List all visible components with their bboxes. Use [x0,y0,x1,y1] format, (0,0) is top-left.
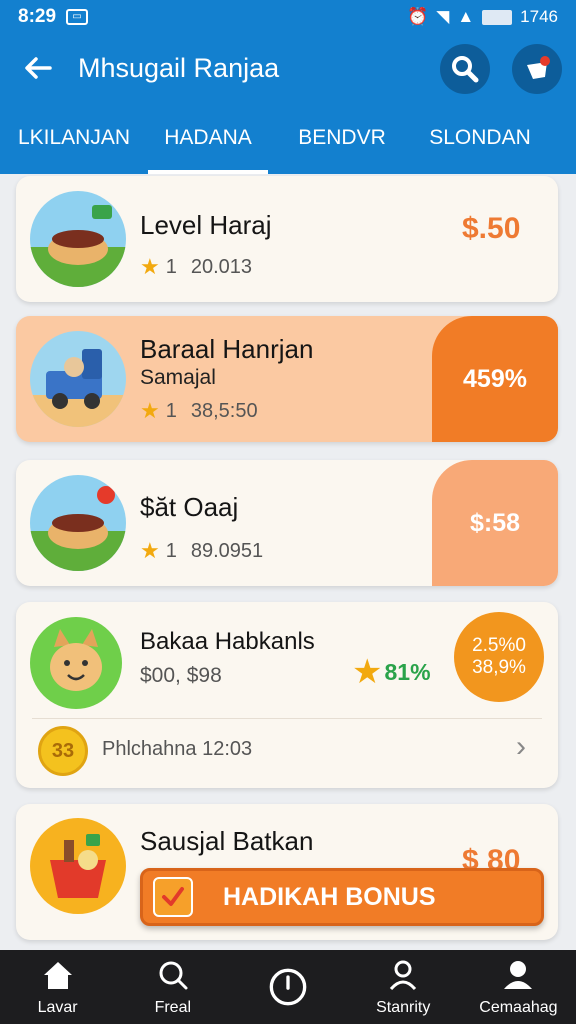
card-meta: ★ 1 20.013 [140,254,253,279]
card-meta: ★ 1 89.0951 [140,538,264,563]
nav-item-timer[interactable] [230,950,345,1024]
discount-tag: ★ 81% [352,653,431,691]
timer-icon [269,968,307,1006]
card-title: Baraal Hanrjan [140,334,314,364]
bucket-thumbnail [30,818,126,914]
star-icon: ★ [140,254,160,279]
card-title: Sausjal Batkan [140,826,314,856]
search-icon [159,961,188,990]
card-meta: ★ 1 38,5:50 [140,398,258,423]
bonus-button[interactable]: HADIKAH BONUS [140,868,544,926]
nav-item-stanrity[interactable]: Stanrity [346,950,461,1024]
basket-thumbnail [30,475,126,571]
chevron-right-icon[interactable]: › [516,730,526,764]
profile-icon [504,961,533,989]
tab-bar: LKILANJAN HADANA BENDVR SLONDAN [0,102,576,174]
back-button[interactable] [16,46,60,90]
status-icons: ⏰ ◥ ▲ 1746 [407,7,558,27]
nav-item-freal[interactable]: Freal [115,950,230,1024]
offer-list: Level Haraj ★ 1 20.013 $.50 Baraal Hanrj… [0,174,576,950]
card-title: $ăt Oaaj [140,492,239,522]
coin-icon: 33 [38,726,88,776]
list-item[interactable]: $ăt Oaaj ★ 1 89.0951 $:58 [16,460,558,586]
tab-slondan[interactable]: SLONDAN [416,102,544,174]
star-icon: ★ [140,398,160,423]
status-time: 8:29 [18,6,57,27]
card-title: Bakaa Habkanls [140,628,315,655]
status-right-text: 1746 [520,7,558,26]
card-subtitle: Samajal [140,366,216,389]
tab-hadana[interactable]: HADANA [148,102,268,174]
alarm-icon: ⏰ [407,7,429,26]
basket-thumbnail [30,191,126,287]
star-icon: ★ [140,538,160,563]
card-title: Level Haraj [140,210,272,240]
signal-icon: ▲ [457,7,475,26]
nav-item-cemaahag[interactable]: Cemaahag [461,950,576,1024]
bonus-badge: 2.5%0 38,9% [454,612,544,702]
page-title: Mhsugail Ranjaa [78,52,280,83]
divider [32,718,542,719]
battery-icon [482,9,513,25]
truck-thumbnail [30,331,126,427]
cast-icon: ▭ [66,9,89,25]
search-button[interactable] [440,44,490,94]
checkmark-icon [153,877,193,917]
person-icon [390,960,417,991]
wifi-icon: ◥ [436,7,450,26]
nav-item-lavar[interactable]: Lavar [0,950,115,1024]
cat-thumbnail [30,617,122,709]
arrow-left-icon [25,57,52,79]
status-bar: 8:29 ▭ ⏰ ◥ ▲ 1746 [0,0,576,34]
bottom-nav: Lavar Freal Stanrity Cemaahag [0,950,576,1024]
notification-button[interactable] [512,44,562,94]
list-item[interactable]: Baraal Hanrjan Samajal ★ 1 38,5:50 459% [16,316,558,442]
card-footer: Phlchahna 12:03 [102,738,253,760]
list-item[interactable]: Bakaa Habkanls $00, $98 ★ 81% 2.5%0 38,9… [16,602,558,788]
list-item[interactable]: Level Haraj ★ 1 20.013 $.50 [16,176,558,302]
bell-icon [527,56,550,79]
tab-bendvr[interactable]: BENDVR [268,102,416,174]
card-subtitle: $00, $98 [140,664,222,687]
app-bar: Mhsugail Ranjaa [0,34,576,102]
card-price: $.50 [462,212,521,245]
price-panel: $:58 [432,460,558,586]
search-icon [452,56,479,83]
discount-panel: 459% [432,316,558,442]
tab-lkilanjan[interactable]: LKILANJAN [0,102,148,174]
star-icon: ★ [352,653,383,691]
home-icon [43,962,72,989]
